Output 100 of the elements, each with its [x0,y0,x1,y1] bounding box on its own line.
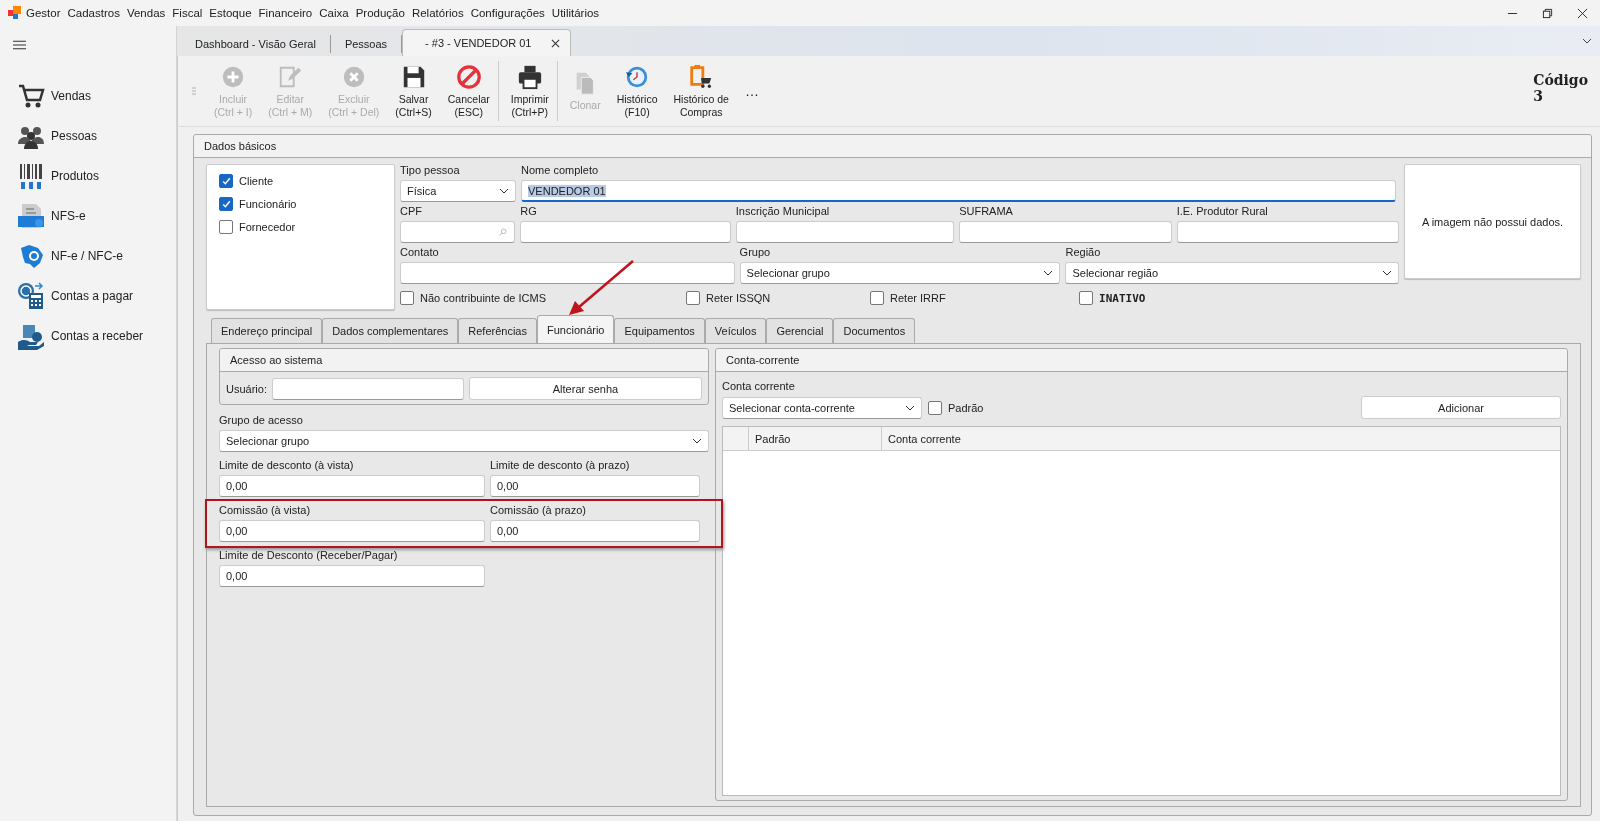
menu-item[interactable]: Configurações [470,7,545,19]
sidebar-item[interactable]: Vendas [51,89,92,103]
menu-item[interactable]: Fiscal [172,7,203,19]
input-field[interactable] [520,221,731,243]
app-name[interactable]: Gestor [26,7,61,19]
sidebar-item[interactable]: Contas a pagar [51,289,134,303]
checkbox[interactable] [1079,291,1094,305]
section-tab[interactable]: Endereço principal [211,318,323,343]
section-tab[interactable]: Dados complementares [322,318,459,343]
menu-icon[interactable] [13,40,26,50]
input-field[interactable]: 0,00 [490,520,700,542]
field-label: Contato [400,246,440,259]
chevron-down-icon[interactable] [1582,38,1592,44]
menu-item[interactable]: Caixa [319,7,349,19]
dropdown[interactable]: Selecionar região [1065,262,1400,284]
field-label: Limite de Desconto (Receber/Pagar) [219,549,399,562]
hand-calculator-icon [17,322,45,350]
dropdown[interactable]: Selecionar grupo [219,430,709,452]
change-password-button[interactable]: Alterar senha [468,377,702,400]
section-tab[interactable]: Referências [458,318,537,343]
coin-calculator-icon [17,282,45,310]
chevron-down-icon [1382,269,1393,277]
checkbox[interactable] [870,291,885,305]
checkbox[interactable] [928,400,942,415]
sidebar-item[interactable]: NFS-e [51,209,86,223]
group-title: Conta-corrente [726,354,800,366]
field-label: Região [1065,246,1102,259]
input-field[interactable]: 0,00 [219,565,485,587]
checkbox-label: Funcionário [239,198,297,210]
input-field[interactable]: 0,00 [219,475,485,497]
printer-icon [516,63,543,90]
column-header[interactable]: Padrão [749,427,882,450]
cart-icon [17,82,45,110]
field-label: Limite de desconto (à vista) [219,459,355,472]
field-label: Tipo pessoa [400,164,461,177]
search-field[interactable] [400,221,516,243]
document-tab[interactable]: Dashboard - Visão Geral [181,35,331,53]
toolbar-button[interactable]: Cancelar (ESC) [441,61,499,121]
toolbar-button[interactable]: Histórico (F10) [610,63,664,119]
chevron-down-icon [692,437,702,445]
field-label: Conta corrente [722,380,796,393]
more-button[interactable]: … [744,83,759,99]
dropdown[interactable]: Selecionar conta-corrente [722,396,922,419]
chevron-down-icon [905,403,915,412]
input-field[interactable] [400,262,735,284]
add-button[interactable]: Adicionar [1361,396,1561,419]
field-label: Grupo [739,246,772,259]
checkbox[interactable] [219,174,233,188]
checkbox[interactable] [400,291,415,305]
input-field[interactable] [1176,221,1400,243]
code-label: Código [1533,72,1588,88]
sidebar-item[interactable]: NF-e / NFC-e [51,249,123,263]
drag-handle-icon[interactable] [192,87,196,95]
field-label: CPF [400,205,424,218]
checkbox[interactable] [219,220,233,234]
section-tab[interactable]: Equipamentos [614,318,705,343]
input-field[interactable] [271,377,464,400]
restore-icon[interactable] [1542,7,1553,19]
section-tab[interactable]: Funcionário [537,315,615,343]
toolbar-button[interactable]: Salvar (Ctrl+S) [389,63,438,119]
checkbox-label: Fornecedor [239,221,296,233]
menu-item[interactable]: Estoque [209,7,252,19]
sidebar-item[interactable]: Produtos [51,169,100,183]
field-label: Grupo de acesso [219,414,304,427]
toolbar-button[interactable]: Histórico de Compras [667,63,735,119]
document-icon [17,202,45,230]
field-label: Comissão (à prazo) [490,504,587,517]
sidebar-item[interactable]: Pessoas [51,129,98,143]
field-label: Inscrição Municipal [735,205,831,218]
input-field[interactable]: 0,00 [219,520,485,542]
menu-item[interactable]: Vendas [126,7,166,19]
checkbox-label: Reter IRRF [890,292,946,304]
input-field[interactable]: VENDEDOR 01 [521,180,1397,202]
document-tab[interactable]: - #3 - VENDEDOR 01 [402,29,572,56]
column-header[interactable]: Conta corrente [882,427,1560,450]
checkbox[interactable] [686,291,701,305]
toolbar-button[interactable]: Imprimir (Ctrl+P) [504,61,558,121]
menu-item[interactable]: Relatórios [411,7,464,19]
menu-item[interactable]: Cadastros [67,7,120,19]
sidebar-item[interactable]: Contas a receber [51,329,144,343]
field-label: I.E. Produtor Rural [1176,205,1269,218]
input-field[interactable] [959,221,1172,243]
input-field[interactable]: 0,00 [490,475,700,497]
close-icon[interactable] [551,38,561,48]
chevron-down-icon [1043,269,1054,277]
section-tab[interactable]: Veículos [704,318,767,343]
field-label: RG [520,205,538,218]
menu-item[interactable]: Utilitários [551,7,600,19]
menu-item[interactable]: Financeiro [258,7,313,19]
input-field[interactable] [735,221,955,243]
field-label: Comissão (à vista) [219,504,312,517]
checkbox[interactable] [219,197,233,211]
dropdown[interactable]: Física [400,180,517,202]
barcode-icon [17,162,45,190]
menu-item[interactable]: Produção [355,7,405,19]
field-label: Nome completo [521,164,600,177]
section-tab[interactable]: Gerencial [766,318,834,343]
section-tab[interactable]: Documentos [833,318,916,343]
close-icon[interactable] [1577,7,1588,19]
dropdown[interactable]: Selecionar grupo [739,262,1061,284]
